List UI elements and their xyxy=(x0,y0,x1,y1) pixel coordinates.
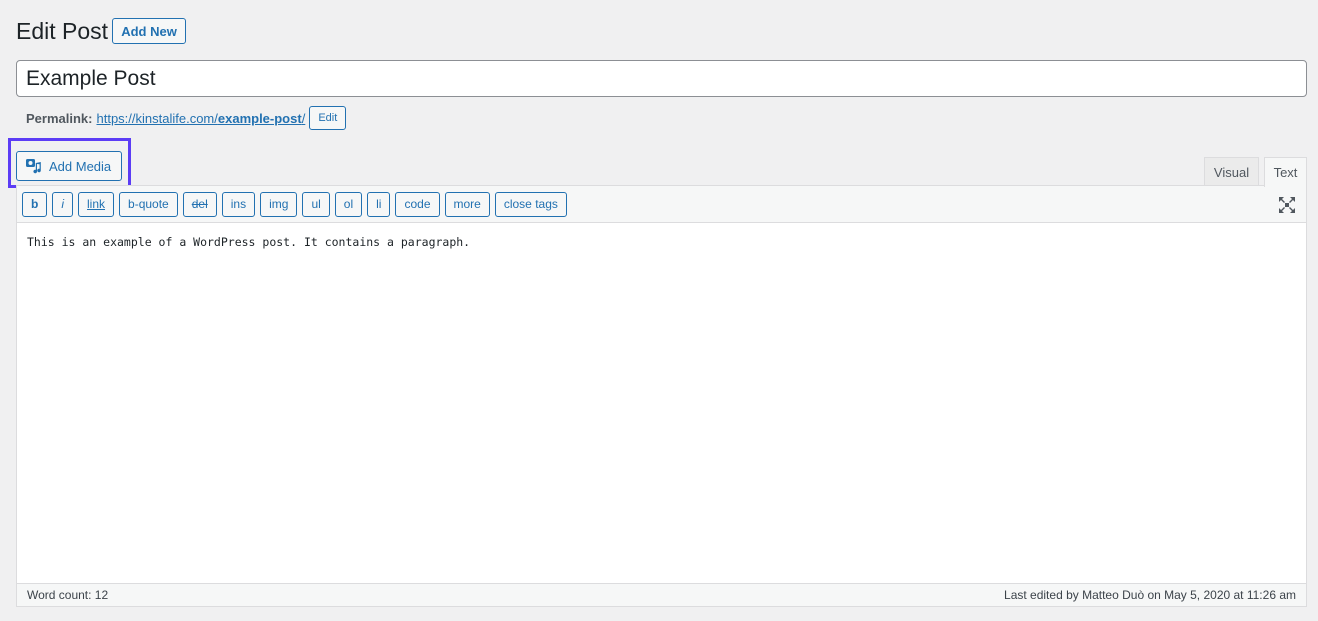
quicktags-toolbar: b i link b-quote del ins img ul ol li co… xyxy=(17,186,1306,223)
fullscreen-icon[interactable] xyxy=(1278,196,1296,214)
permalink-row: Permalink: https://kinstalife.com/exampl… xyxy=(26,106,347,130)
permalink-link[interactable]: https://kinstalife.com/example-post/ xyxy=(96,111,305,126)
qt-link-button[interactable]: link xyxy=(78,191,115,217)
permalink-slug: example-post xyxy=(217,110,302,126)
last-edited: Last edited by Matteo Duò on May 5, 2020… xyxy=(1004,588,1296,602)
editor-status-bar: Word count: 12 Last edited by Matteo Duò… xyxy=(17,583,1306,606)
qt-more-button[interactable]: more xyxy=(444,191,490,217)
permalink-label: Permalink: xyxy=(26,110,93,126)
qt-li-button[interactable]: li xyxy=(367,191,391,217)
qt-del-button[interactable]: del xyxy=(182,191,217,217)
editor: b i link b-quote del ins img ul ol li co… xyxy=(16,185,1307,607)
page-title: Edit Post xyxy=(16,18,109,44)
qt-ins-button[interactable]: ins xyxy=(221,191,256,217)
word-count: Word count: 12 xyxy=(27,588,109,602)
add-media-button[interactable]: Add Media xyxy=(16,151,122,181)
editor-textarea[interactable]: This is an example of a WordPress post. … xyxy=(27,235,470,249)
qt-bold-button[interactable]: b xyxy=(22,191,48,217)
qt-bquote-button[interactable]: b-quote xyxy=(119,191,178,217)
qt-ul-button[interactable]: ul xyxy=(302,191,330,217)
qt-img-button[interactable]: img xyxy=(260,191,298,217)
qt-ol-button[interactable]: ol xyxy=(334,191,363,217)
tab-text[interactable]: Text xyxy=(1264,157,1307,187)
post-title-input[interactable] xyxy=(16,60,1307,97)
add-media-label: Add Media xyxy=(49,158,112,174)
qt-italic-button[interactable]: i xyxy=(52,191,74,217)
tab-visual[interactable]: Visual xyxy=(1204,157,1259,186)
add-new-button[interactable]: Add New xyxy=(112,18,186,44)
media-icon xyxy=(26,159,41,174)
edit-permalink-button[interactable]: Edit xyxy=(309,106,347,130)
permalink-trailing: / xyxy=(301,110,306,126)
qt-code-button[interactable]: code xyxy=(395,191,440,217)
qt-close-tags-button[interactable]: close tags xyxy=(494,191,567,217)
permalink-base: https://kinstalife.com/ xyxy=(96,110,218,126)
